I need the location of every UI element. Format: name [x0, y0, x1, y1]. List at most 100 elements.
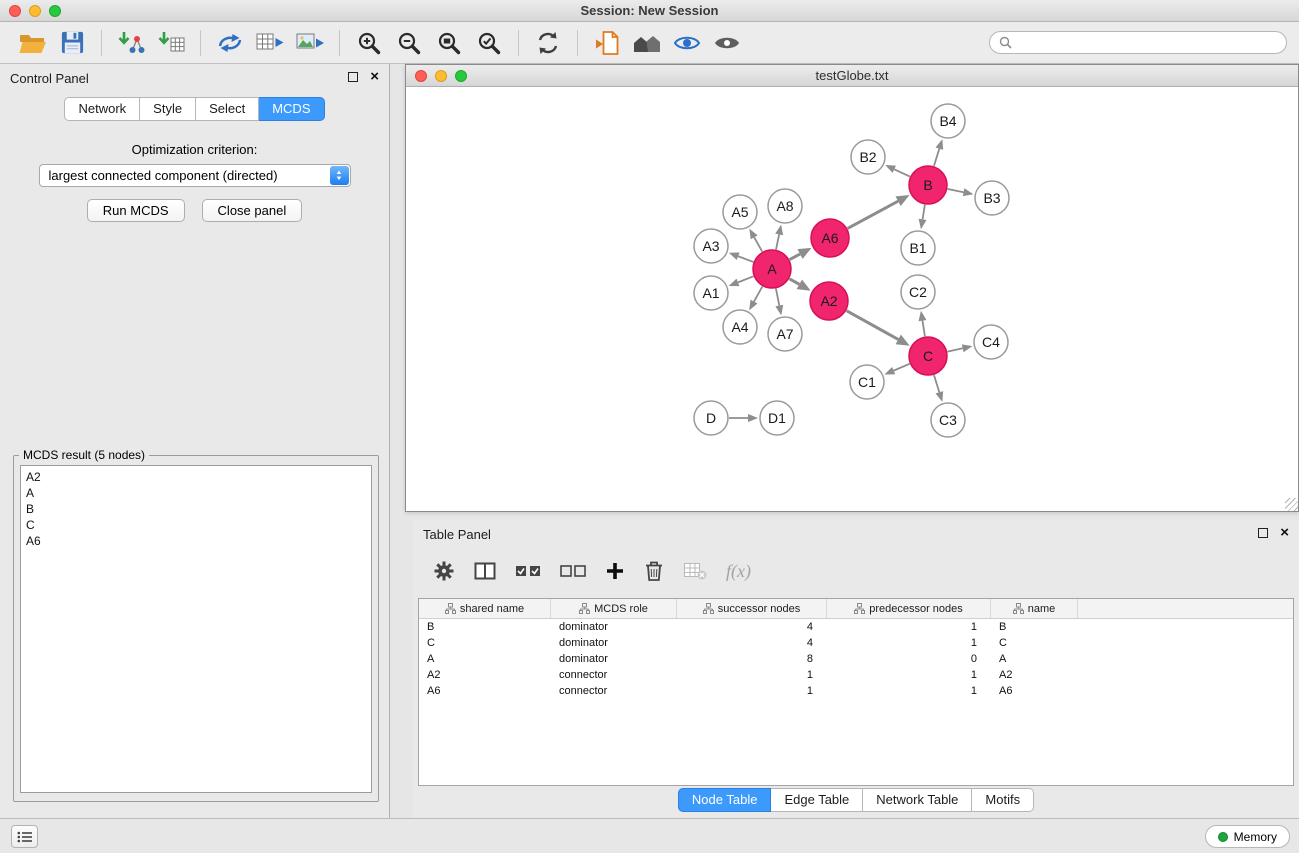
zoom-out-button[interactable]	[389, 26, 429, 60]
home-view-button[interactable]	[627, 26, 667, 60]
graph-node-D[interactable]: D	[694, 401, 728, 435]
graph-edge-A-A1[interactable]	[729, 276, 754, 286]
zoom-selected-button[interactable]	[469, 26, 509, 60]
tab-select[interactable]: Select	[196, 97, 259, 121]
graph-edge-A-A8[interactable]	[775, 225, 783, 250]
export-image-button[interactable]	[290, 26, 330, 60]
visibility-eye-button[interactable]	[707, 26, 747, 60]
table-row[interactable]: A2connector11A2	[419, 667, 1293, 683]
table-tab-edge-table[interactable]: Edge Table	[771, 788, 863, 812]
graph-edge-C-C3[interactable]	[934, 375, 943, 402]
graph-node-B[interactable]: B	[909, 166, 947, 204]
graph-edge-D-D1[interactable]	[729, 414, 758, 422]
graph-node-A3[interactable]: A3	[694, 229, 728, 263]
column-header-name[interactable]: name	[991, 599, 1078, 618]
graph-edge-B-B3[interactable]	[948, 188, 974, 196]
graph-node-B1[interactable]: B1	[901, 231, 935, 265]
style-eye-button[interactable]	[667, 26, 707, 60]
tab-network[interactable]: Network	[64, 97, 140, 121]
deselect-all-button[interactable]	[560, 563, 586, 579]
graph-edge-C-C4[interactable]	[948, 344, 973, 352]
run-mcds-button[interactable]: Run MCDS	[87, 199, 185, 222]
table-row[interactable]: Cdominator41C	[419, 635, 1293, 651]
table-row[interactable]: Adominator80A	[419, 651, 1293, 667]
memory-button[interactable]: Memory	[1205, 825, 1290, 848]
graph-node-A1[interactable]: A1	[694, 276, 728, 310]
export-document-button[interactable]	[587, 26, 627, 60]
add-row-button[interactable]	[605, 561, 625, 581]
graph-node-B4[interactable]: B4	[931, 104, 965, 138]
graph-edge-C-C2[interactable]	[919, 311, 927, 336]
table-settings-button[interactable]	[433, 560, 455, 582]
export-table-button[interactable]	[250, 26, 290, 60]
graph-node-B3[interactable]: B3	[975, 181, 1009, 215]
function-builder-button[interactable]: f(x)	[726, 561, 751, 582]
float-panel-icon[interactable]	[348, 72, 358, 82]
search-input[interactable]	[1017, 36, 1277, 50]
close-panel-button[interactable]: Close panel	[202, 199, 303, 222]
graph-edge-A-A2[interactable]	[789, 279, 810, 291]
import-table-button[interactable]	[151, 26, 191, 60]
table-tab-motifs[interactable]: Motifs	[972, 788, 1034, 812]
close-window-button[interactable]	[9, 5, 21, 17]
graph-edge-A-A4[interactable]	[749, 287, 762, 311]
network-canvas[interactable]: B4B2BB3A5A8A6A3AB1A1A2C2A4A7C4CC1DD1C3	[406, 87, 1298, 511]
graph-node-C2[interactable]: C2	[901, 275, 935, 309]
close-panel-icon[interactable]: ×	[370, 71, 379, 83]
float-panel-icon[interactable]	[1258, 528, 1268, 538]
zoom-window-button[interactable]	[49, 5, 61, 17]
column-header-successor-nodes[interactable]: successor nodes	[677, 599, 827, 618]
graph-node-C4[interactable]: C4	[974, 325, 1008, 359]
graph-edge-A-A5[interactable]	[749, 229, 762, 252]
table-tab-network-table[interactable]: Network Table	[863, 788, 972, 812]
table-row[interactable]: Bdominator41B	[419, 619, 1293, 635]
mcds-result-item[interactable]: A2	[26, 469, 366, 485]
column-header-MCDS-role[interactable]: MCDS role	[551, 599, 677, 618]
search-box[interactable]	[989, 31, 1287, 54]
graph-edge-B-B2[interactable]	[885, 165, 910, 177]
graph-edge-A-A6[interactable]	[790, 248, 812, 260]
minimize-window-button[interactable]	[29, 5, 41, 17]
graph-node-A7[interactable]: A7	[768, 317, 802, 351]
close-panel-icon[interactable]: ×	[1280, 527, 1289, 539]
graph-edge-A-A3[interactable]	[729, 252, 754, 261]
mcds-result-item[interactable]: A	[26, 485, 366, 501]
delete-row-button[interactable]	[644, 560, 664, 582]
graph-node-B2[interactable]: B2	[851, 140, 885, 174]
graph-edge-B-B1[interactable]	[919, 205, 927, 229]
column-header-predecessor-nodes[interactable]: predecessor nodes	[827, 599, 991, 618]
zoom-fit-button[interactable]	[429, 26, 469, 60]
resize-grip[interactable]	[1285, 498, 1298, 511]
task-history-button[interactable]	[11, 825, 38, 848]
network-close-button[interactable]	[415, 70, 427, 82]
graph-node-C3[interactable]: C3	[931, 403, 965, 437]
table-tab-node-table[interactable]: Node Table	[678, 788, 772, 812]
graph-node-C1[interactable]: C1	[850, 365, 884, 399]
graph-node-A4[interactable]: A4	[723, 310, 757, 344]
mcds-result-item[interactable]: B	[26, 501, 366, 517]
zoom-in-button[interactable]	[349, 26, 389, 60]
column-selector-button[interactable]	[474, 561, 496, 581]
tab-mcds[interactable]: MCDS	[259, 97, 324, 121]
column-header-shared-name[interactable]: shared name	[419, 599, 551, 618]
network-share-button[interactable]	[210, 26, 250, 60]
graph-edge-A2-C[interactable]	[846, 311, 909, 346]
open-file-button[interactable]	[12, 26, 52, 60]
refresh-view-button[interactable]	[528, 26, 568, 60]
graph-node-A2[interactable]: A2	[810, 282, 848, 320]
mcds-result-item[interactable]: C	[26, 517, 366, 533]
graph-edge-C-C1[interactable]	[884, 364, 909, 375]
graph-node-A[interactable]: A	[753, 250, 791, 288]
graph-edge-A6-B[interactable]	[848, 195, 910, 228]
graph-edge-B-B4[interactable]	[934, 139, 943, 166]
mcds-result-item[interactable]: A6	[26, 533, 366, 549]
graph-node-A5[interactable]: A5	[723, 195, 757, 229]
graph-edge-A-A7[interactable]	[775, 289, 783, 316]
graph-node-A8[interactable]: A8	[768, 189, 802, 223]
graph-node-D1[interactable]: D1	[760, 401, 794, 435]
network-minimize-button[interactable]	[435, 70, 447, 82]
graph-node-A6[interactable]: A6	[811, 219, 849, 257]
select-all-button[interactable]	[515, 563, 541, 579]
criterion-dropdown[interactable]: largest connected component (directed) ▲…	[39, 164, 351, 187]
delete-table-button[interactable]	[683, 561, 707, 581]
